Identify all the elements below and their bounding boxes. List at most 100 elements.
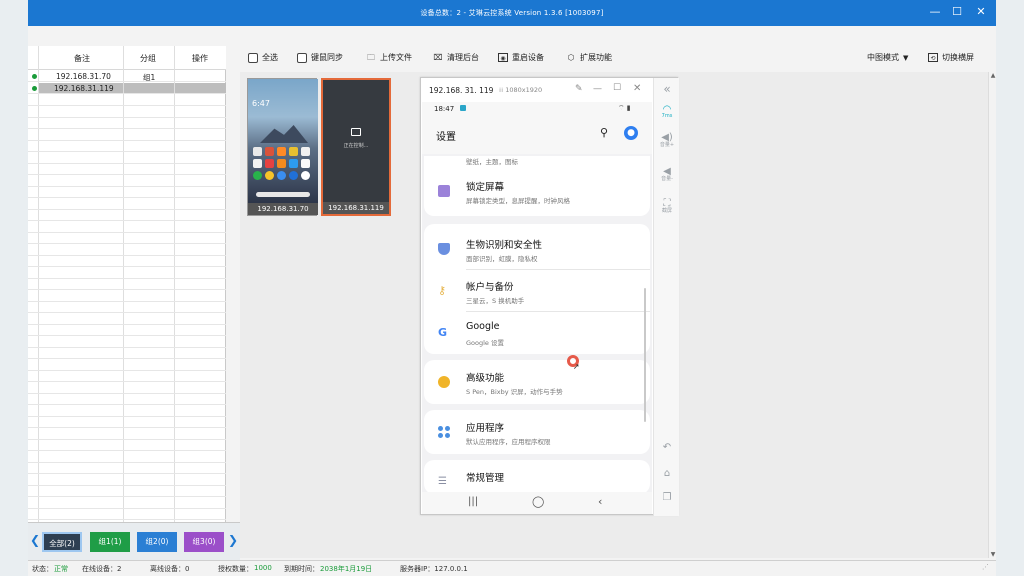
- settings-card: ☰ 常规管理: [424, 460, 650, 494]
- group-3-button[interactable]: 组3(0): [184, 532, 224, 552]
- back-icon[interactable]: ‹: [598, 495, 602, 508]
- item-subtitle: S Pen，Bixby 识屏，动作与手势: [466, 388, 563, 396]
- settings-item-apps[interactable]: 应用程序 默认应用程序，应用程序权限: [424, 411, 650, 453]
- status-value: 正常: [54, 565, 68, 573]
- device-thumbnail[interactable]: 6:47 192.168.31.70: [247, 78, 318, 216]
- table-row[interactable]: 192.168.31.70 组1: [28, 71, 226, 82]
- scroll-down-icon[interactable]: ▼: [989, 551, 997, 558]
- group-1-button[interactable]: 组1(1): [90, 532, 130, 552]
- empty-table-row: [28, 279, 226, 290]
- scroll-up-icon[interactable]: ▲: [989, 72, 997, 79]
- item-subtitle: 默认应用程序，应用程序权限: [466, 438, 551, 446]
- empty-table-row: [28, 475, 226, 486]
- restart-device-button[interactable]: ◉ 重启设备: [498, 52, 544, 63]
- search-bar: [256, 192, 310, 197]
- group-all-button[interactable]: 全部(2): [42, 532, 82, 552]
- empty-table-row: [28, 348, 226, 359]
- clear-background-button[interactable]: ⌧ 清理后台: [433, 52, 479, 63]
- maximize-icon[interactable]: ☐: [613, 83, 621, 93]
- home-icon[interactable]: ◯: [532, 495, 544, 508]
- select-all-checkbox[interactable]: 全选: [248, 52, 278, 63]
- thumbnail-clock: 6:47: [252, 99, 270, 108]
- empty-table-row: [28, 199, 226, 210]
- gear-plus-icon: [438, 376, 450, 388]
- header-group: 分组: [140, 54, 156, 63]
- empty-table-row: [28, 429, 226, 440]
- title-bar: 设备总数：2 - 艾琳云控系统 Version 1.3.6 [1003097] …: [28, 0, 996, 26]
- back-icon[interactable]: ↶: [654, 442, 680, 453]
- profile-icon[interactable]: ●: [624, 126, 638, 140]
- grid-scrollbar[interactable]: ▲ ▼: [988, 72, 996, 558]
- table-row[interactable]: 192.168.31.119: [28, 83, 226, 94]
- switch-orientation-button[interactable]: ⟲ 切换横屏: [928, 52, 974, 63]
- chevron-right-icon[interactable]: ❯: [228, 533, 238, 547]
- group-1-label: 组1(1): [98, 537, 122, 546]
- search-icon[interactable]: ⚲: [600, 126, 608, 139]
- header-action: 操作: [192, 54, 208, 63]
- empty-table-row: [28, 360, 226, 371]
- row-ip: 192.168.31.70: [56, 72, 111, 81]
- google-icon: G: [438, 326, 448, 339]
- settings-header: 设置 ⚲ ●: [422, 116, 652, 154]
- volume-up-icon[interactable]: ◀) 音量+: [654, 132, 680, 148]
- extensions-label: 扩展功能: [580, 53, 612, 62]
- item-title: 应用程序: [466, 423, 505, 434]
- resolution-value: 1080x1920: [505, 86, 543, 94]
- empty-table-row: [28, 498, 226, 509]
- view-mode-dropdown[interactable]: 中图模式 ▼: [867, 52, 908, 63]
- app-icon: [301, 147, 310, 156]
- empty-table-row: [28, 187, 226, 198]
- mouse-sync-checkbox[interactable]: 键鼠同步: [297, 52, 343, 63]
- minimize-icon[interactable]: —: [924, 4, 946, 20]
- app-icon-grid: [253, 147, 313, 197]
- settings-item-biometrics[interactable]: 生物识别和安全性 面部识别，虹膜，隐私权: [424, 228, 650, 270]
- close-icon[interactable]: ✕: [970, 4, 992, 20]
- empty-table-row: [28, 95, 226, 106]
- apps-dot: [445, 426, 450, 431]
- collapse-icon[interactable]: «: [654, 82, 680, 96]
- recent-apps-icon[interactable]: ❐: [654, 492, 680, 503]
- pin-icon[interactable]: ✎: [575, 84, 583, 94]
- maximize-icon[interactable]: ☐: [946, 4, 968, 20]
- chevron-left-icon[interactable]: ❮: [30, 533, 40, 547]
- phone-control-window: 192.168. 31. 119 ⁞⁞ 1080x1920 ✎ — ☐ ✕ 18…: [420, 77, 680, 516]
- signal-icons: ⌔ ▮: [618, 104, 631, 112]
- volume-up-label: 音量+: [659, 142, 675, 148]
- minimize-icon[interactable]: —: [593, 84, 602, 94]
- item-subtitle: 屏幕锁定类型，息屏提醒，时钟风格: [466, 197, 570, 205]
- latency-label: 7ms: [661, 113, 673, 119]
- settings-item-google[interactable]: G Google Google 设置: [424, 312, 650, 354]
- view-mode-label: 中图模式: [867, 53, 899, 62]
- settings-item-accounts[interactable]: ⚷ 帐户与备份 三星云，S 换机助手: [424, 270, 650, 312]
- resize-grip-icon[interactable]: ⋰: [982, 563, 989, 571]
- restart-device-label: 重启设备: [512, 53, 544, 62]
- offline-devices: 离线设备：0: [150, 565, 190, 573]
- volume-down-label: 音量-: [661, 176, 673, 182]
- home-icon[interactable]: ⌂: [654, 468, 680, 479]
- expire-label: 到期时间：: [284, 565, 319, 573]
- group-all-label: 全部(2): [49, 539, 75, 548]
- screenshot-icon[interactable]: ⛶ 截屏: [654, 198, 680, 214]
- empty-table-row: [28, 164, 226, 175]
- row-group: 组1: [143, 73, 156, 82]
- group-2-button[interactable]: 组2(0): [137, 532, 177, 552]
- device-thumbnail[interactable]: 正在控制... 192.168.31.119: [321, 78, 391, 216]
- server-ip: 服务器IP：127.0.0.1: [400, 565, 468, 573]
- app-icon: [265, 171, 274, 180]
- item-title: 高级功能: [466, 373, 505, 384]
- right-letterbox: [996, 0, 1024, 576]
- group-2-label: 组2(0): [145, 537, 169, 546]
- auth-value: 1000: [254, 564, 272, 572]
- settings-item-lock-screen[interactable]: 锁定屏幕 屏幕锁定类型，息屏提醒，时钟风格: [424, 170, 650, 212]
- cursor-icon: ➚: [573, 362, 580, 371]
- volume-down-icon[interactable]: ◀ 音量-: [654, 166, 680, 182]
- recent-apps-icon[interactable]: |||: [468, 496, 478, 507]
- upload-file-button[interactable]: 🗀 上传文件: [366, 52, 412, 63]
- group-3-label: 组3(0): [192, 537, 216, 546]
- extensions-button[interactable]: ⬡ 扩展功能: [566, 52, 613, 63]
- settings-item-advanced[interactable]: 高级功能 S Pen，Bixby 识屏，动作与手势: [424, 361, 650, 403]
- phone-navbar: ||| ◯ ‹: [422, 492, 652, 514]
- phone-screen[interactable]: 18:47 ⌔ ▮ 设置 ⚲ ● 壁纸，主题，图标 锁定屏幕 屏幕锁定类型，息屏…: [422, 102, 652, 514]
- app-icon: [253, 147, 262, 156]
- close-icon[interactable]: ✕: [633, 83, 641, 94]
